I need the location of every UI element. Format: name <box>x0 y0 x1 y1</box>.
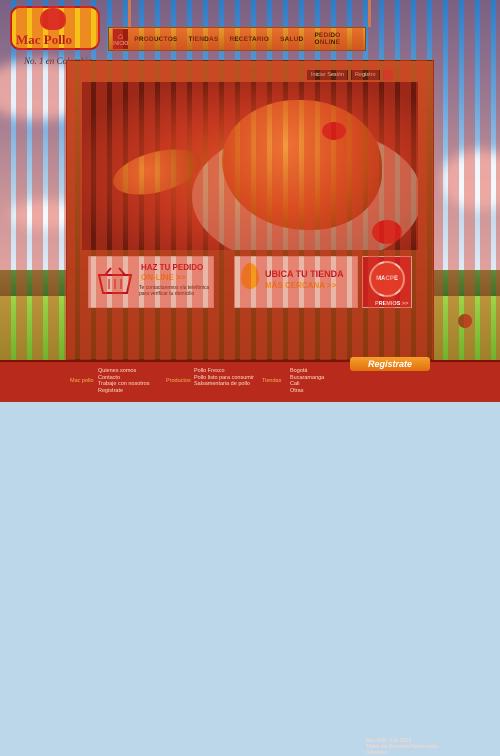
tomato-image <box>322 122 346 140</box>
home-button[interactable]: ⌂ INICIO <box>113 29 129 49</box>
chicken-logo-icon <box>40 8 66 30</box>
nav-item-salud[interactable]: SALUD <box>280 36 303 43</box>
location-pin-icon <box>241 263 259 289</box>
copyright-text: Mac Pollo S.A. 2012 Todos los Derechos R… <box>366 738 438 756</box>
store-subtitle: MÁS CERCANA >> <box>265 281 337 290</box>
order-text: Te contactaremos vía telefónica para ver… <box>139 285 210 297</box>
utility-bar: Iniciar Sesión Registro <box>307 70 393 80</box>
prizes-card[interactable]: MACPE PREMIOS >> <box>362 256 412 308</box>
brand-logo[interactable]: Mac Pollo No. 1 en Colombia <box>10 6 100 66</box>
shopping-basket-icon <box>97 267 133 294</box>
prize-seal-icon: MACPE <box>369 261 405 297</box>
home-label: INICIO <box>113 40 129 47</box>
flag-icon[interactable] <box>382 70 393 80</box>
login-link[interactable]: Iniciar Sesión <box>307 70 349 80</box>
order-online-card[interactable]: HAZ TU PEDIDO ON-LINE >> Te contactaremo… <box>88 256 214 308</box>
nav-item-tiendas[interactable]: TIENDAS <box>189 36 219 43</box>
nav-item-pedido-online[interactable]: PEDIDO ONLINE <box>314 32 354 46</box>
footer-heading-mac-pollo: Mac pollo <box>70 378 94 384</box>
rope <box>368 0 371 27</box>
footer-heading-tiendas: Tiendas <box>262 378 282 384</box>
rope <box>128 0 131 27</box>
footer-heading-productos: Productos <box>166 378 191 384</box>
footer-link[interactable]: Otras <box>290 388 324 395</box>
footer-link[interactable]: Registrate <box>98 388 149 395</box>
footer-link[interactable]: Trabaje con nosotros <box>98 381 149 388</box>
footer-link[interactable]: Salsamentaria de pollo <box>194 381 254 388</box>
footer-links-tiendas: Bogotá Bucaramanga Cali Otras <box>290 368 324 394</box>
register-button[interactable]: Registrate <box>350 357 430 371</box>
main-navigation: ⌂ INICIO PRODUCTOS TIENDAS RECETARIO SAL… <box>108 27 366 51</box>
store-title: UBICA TU TIENDA <box>265 269 344 279</box>
order-title: HAZ TU PEDIDO <box>141 263 204 272</box>
chicken-leg-image <box>108 141 206 203</box>
store-locator-card[interactable]: UBICA TU TIENDA MÁS CERCANA >> <box>234 256 358 308</box>
hen-figure <box>458 314 472 328</box>
footer-links-productos: Pollo Fresco Pollo listo para consumir S… <box>194 368 254 388</box>
tomato-image <box>372 220 402 244</box>
register-link[interactable]: Registro <box>351 70 380 80</box>
home-icon: ⌂ <box>117 30 124 41</box>
copyright-line: Colombia <box>366 750 388 756</box>
hero-banner[interactable] <box>82 82 418 250</box>
footer-links-mac-pollo: Quienes somos Contacto Trabaje con nosot… <box>98 368 149 394</box>
order-subtitle: ON-LINE >> <box>141 273 186 282</box>
prizes-link[interactable]: PREMIOS >> <box>375 301 408 307</box>
nav-item-productos[interactable]: PRODUCTOS <box>134 36 177 43</box>
nav-item-recetario[interactable]: RECETARIO <box>229 36 269 43</box>
logo-brand-text: Mac Pollo <box>16 32 72 47</box>
